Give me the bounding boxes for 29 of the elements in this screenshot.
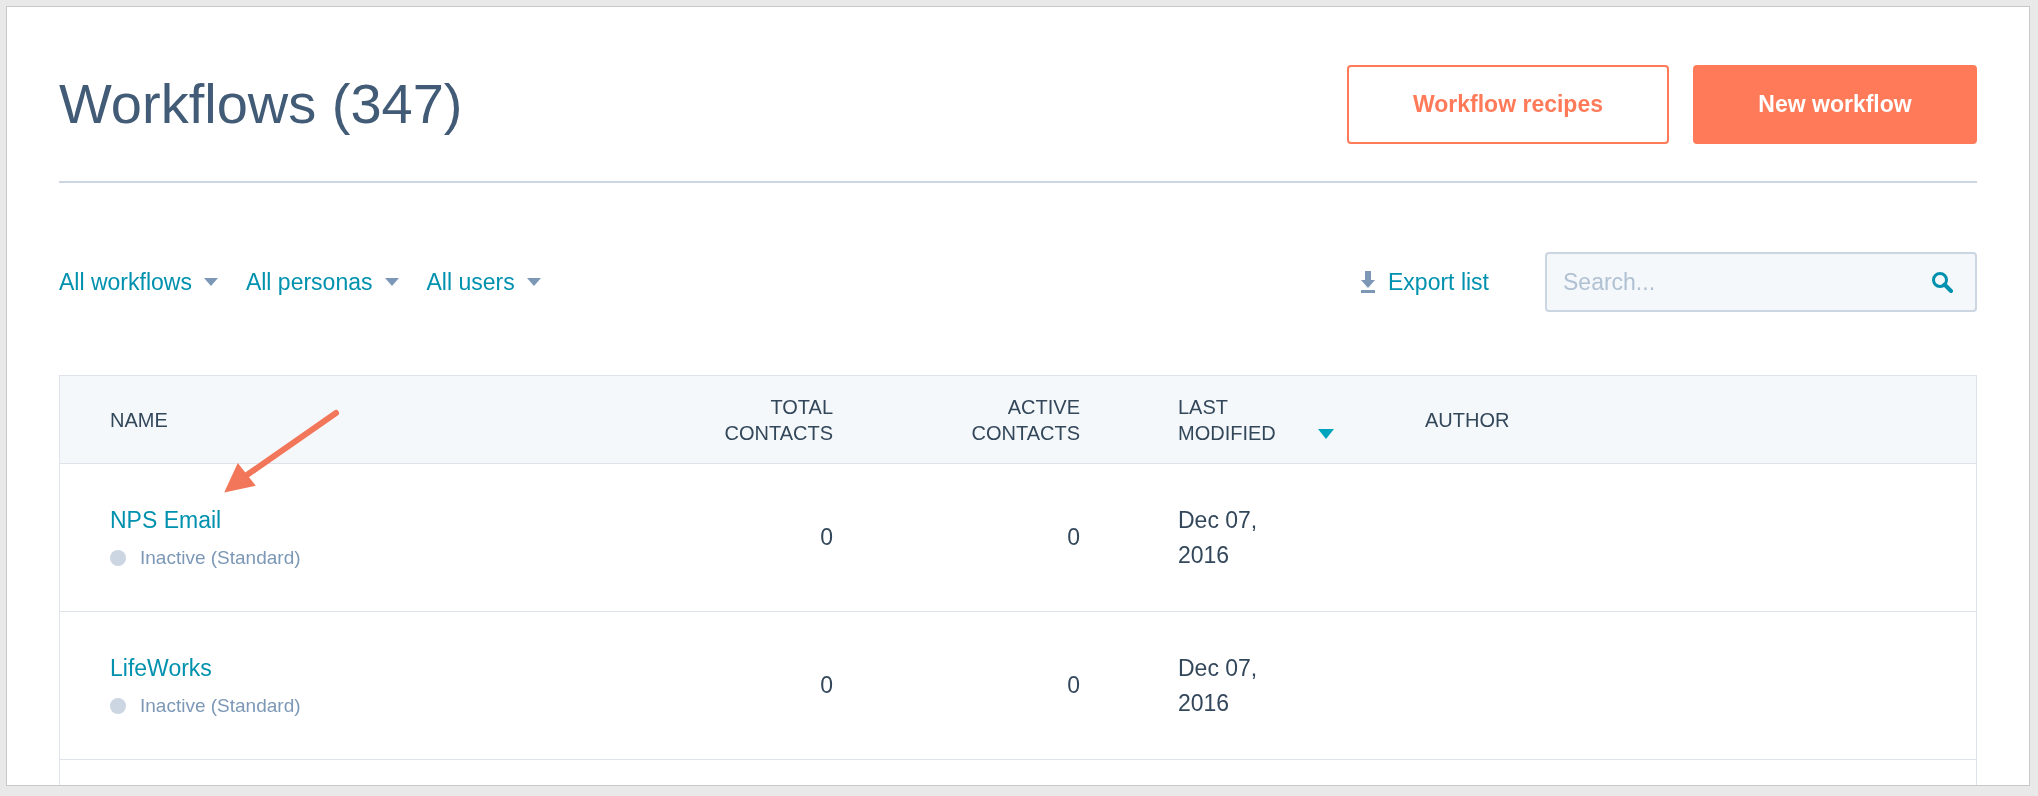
column-header[interactable]: LAST MODIFIED — [1080, 393, 1425, 446]
caret-icon — [526, 278, 541, 286]
status-text: Inactive (Standard) — [140, 545, 301, 570]
download-icon — [1360, 271, 1376, 293]
caret-icon — [203, 278, 218, 286]
filter-dropdown[interactable]: All users — [426, 264, 541, 300]
modified-date: Dec 07, 2016 — [1178, 654, 1259, 718]
search-icon — [1931, 271, 1953, 293]
contacts-count: 0 — [1067, 523, 1080, 553]
new-workflow-button[interactable]: New workflow — [1693, 64, 1977, 144]
column-header[interactable]: ACTIVE CONTACTS — [833, 393, 1080, 446]
contacts-count: 0 — [820, 523, 833, 553]
workflow-name-link[interactable]: NPS Email — [110, 503, 222, 538]
export-link[interactable]: Export list — [1354, 263, 1495, 301]
workflow-name-link[interactable]: LifeWorks — [110, 651, 212, 686]
modified-date: Dec 07, 2016 — [1178, 506, 1259, 570]
search-field[interactable]: Search... — [1545, 252, 1977, 312]
page-title: Workflows (347) — [59, 71, 463, 138]
column-header[interactable]: TOTAL CONTACTS — [700, 393, 833, 446]
sort-descending-icon — [1318, 429, 1334, 440]
contacts-count: 0 — [1067, 671, 1080, 701]
filter-dropdown[interactable]: All personas — [245, 264, 399, 300]
recipes-button[interactable]: Workflow recipes — [1347, 64, 1669, 144]
filter-dropdown[interactable]: All workflows — [59, 264, 218, 300]
caret-icon — [384, 278, 399, 286]
status-text: Inactive (Standard) — [140, 693, 301, 718]
contacts-count: 0 — [820, 671, 833, 701]
column-header[interactable]: AUTHOR — [1425, 406, 1976, 433]
column-header[interactable]: NAME — [110, 406, 700, 433]
